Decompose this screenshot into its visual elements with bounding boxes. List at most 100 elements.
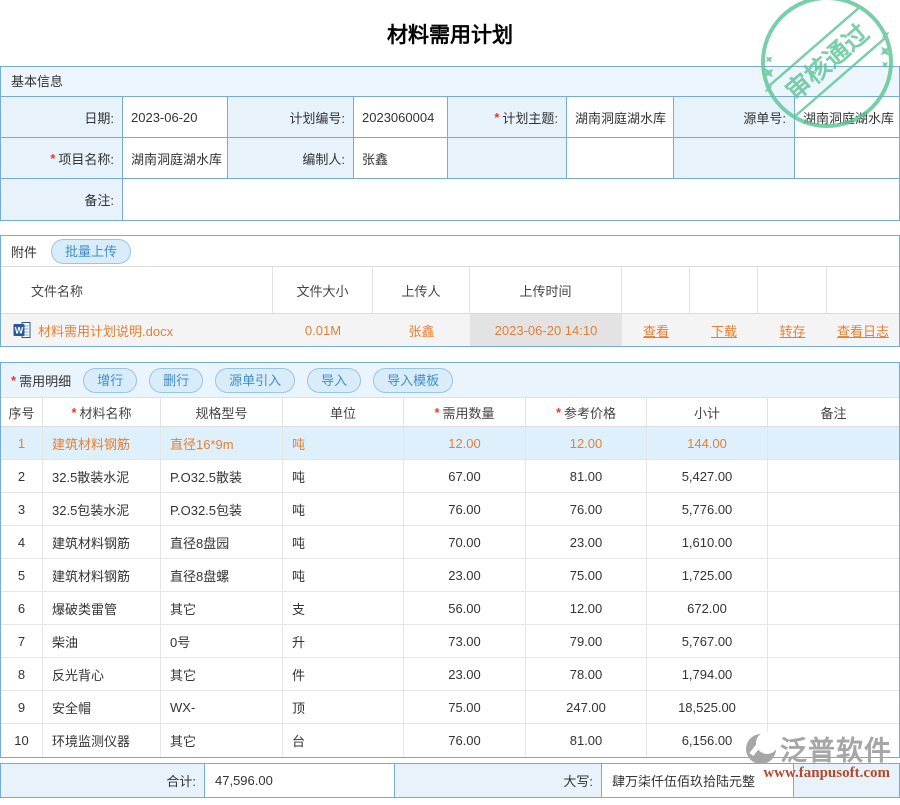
material-cell-unit: 台 — [283, 724, 404, 757]
download-link[interactable]: 下载 — [711, 321, 737, 340]
subject-field[interactable]: 湖南洞庭湖水库 — [567, 97, 674, 138]
material-cell-no: 9 — [1, 691, 43, 724]
word-doc-icon: W — [13, 321, 31, 339]
material-row[interactable]: 332.5包装水泥P.O32.5包装吨76.0076.005,776.00 — [1, 493, 899, 526]
material-cell-remark — [768, 427, 899, 460]
material-cell-remark — [768, 658, 899, 691]
file-name-cell: W 材料需用计划说明.docx — [1, 314, 273, 346]
import-button[interactable]: 导入 — [307, 368, 361, 393]
material-cell-unit: 顶 — [283, 691, 404, 724]
material-cell-price: 12.00 — [526, 427, 647, 460]
col-action — [690, 267, 758, 313]
date-label: 日期: — [1, 97, 123, 138]
material-cell-remark — [768, 592, 899, 625]
compiler-field[interactable]: 张鑫 — [354, 138, 448, 179]
detail-col-header: 备注 — [768, 398, 899, 426]
material-cell-no: 1 — [1, 427, 43, 460]
material-cell-price: 76.00 — [526, 493, 647, 526]
material-cell-qty: 23.00 — [404, 658, 526, 691]
source-field[interactable]: 湖南洞庭湖水库 — [795, 97, 899, 138]
material-cell-qty: 56.00 — [404, 592, 526, 625]
detail-col-header: 规格型号 — [161, 398, 283, 426]
material-cell-name: 32.5包装水泥 — [43, 493, 161, 526]
material-row[interactable]: 6爆破类雷管其它支56.0012.00672.00 — [1, 592, 899, 625]
col-uploader: 上传人 — [373, 267, 470, 313]
material-cell-qty: 73.00 — [404, 625, 526, 658]
vendor-logo: 泛普软件 www.fanpusoft.com — [676, 729, 892, 782]
delete-row-button[interactable]: 删行 — [149, 368, 203, 393]
material-cell-remark — [768, 559, 899, 592]
material-row[interactable]: 4建筑材料钢筋直径8盘园吨70.0023.001,610.00 — [1, 526, 899, 559]
material-row[interactable]: 232.5散装水泥P.O32.5散装吨67.0081.005,427.00 — [1, 460, 899, 493]
attachment-section: 附件 批量上传 文件名称 文件大小 上传人 上传时间 W 材料需用计划说明.do… — [0, 235, 900, 347]
fanpu-crescent-icon — [744, 732, 778, 766]
material-cell-spec: P.O32.5散装 — [161, 460, 283, 493]
material-cell-no: 10 — [1, 724, 43, 757]
plan-no-label: 计划编号: — [228, 97, 354, 138]
attachment-table-header: 文件名称 文件大小 上传人 上传时间 — [1, 267, 899, 314]
material-cell-no: 2 — [1, 460, 43, 493]
plan-no-field[interactable]: 2023060004 — [354, 97, 448, 138]
col-upload-time: 上传时间 — [470, 267, 622, 313]
material-cell-qty: 70.00 — [404, 526, 526, 559]
detail-col-header: *需用数量 — [404, 398, 526, 426]
empty-value-cell — [567, 138, 674, 179]
compiler-label: 编制人: — [228, 138, 354, 179]
material-row[interactable]: 9安全帽WX-顶75.00247.0018,525.00 — [1, 691, 899, 724]
material-cell-spec: 直径8盘螺 — [161, 559, 283, 592]
material-cell-unit: 吨 — [283, 460, 404, 493]
material-cell-qty: 75.00 — [404, 691, 526, 724]
material-cell-subtotal: 1,725.00 — [647, 559, 768, 592]
date-field[interactable]: 2023-06-20 — [123, 97, 228, 138]
view-link[interactable]: 查看 — [643, 321, 669, 340]
attachment-row: W 材料需用计划说明.docx 0.01M 张鑫 2023-06-20 14:1… — [1, 314, 899, 346]
material-cell-no: 6 — [1, 592, 43, 625]
material-cell-price: 75.00 — [526, 559, 647, 592]
detail-title: 需用明细 — [19, 371, 71, 390]
material-cell-no: 4 — [1, 526, 43, 559]
batch-upload-button[interactable]: 批量上传 — [51, 239, 131, 264]
transfer-link[interactable]: 转存 — [779, 321, 805, 340]
material-cell-qty: 23.00 — [404, 559, 526, 592]
view-log-link[interactable]: 查看日志 — [837, 321, 889, 340]
material-cell-name: 建筑材料钢筋 — [43, 559, 161, 592]
col-file-name: 文件名称 — [1, 267, 273, 313]
material-cell-price: 81.00 — [526, 724, 647, 757]
material-cell-qty: 12.00 — [404, 427, 526, 460]
vendor-name: 泛普软件 — [780, 729, 892, 768]
file-name-link[interactable]: 材料需用计划说明.docx — [38, 321, 173, 340]
material-cell-remark — [768, 691, 899, 724]
material-cell-unit: 吨 — [283, 427, 404, 460]
material-cell-no: 3 — [1, 493, 43, 526]
detail-rows: 1建筑材料钢筋直径16*9m吨12.0012.00144.00232.5散装水泥… — [1, 427, 899, 757]
subject-label: *计划主题: — [448, 97, 567, 138]
material-cell-price: 12.00 — [526, 592, 647, 625]
material-row[interactable]: 1建筑材料钢筋直径16*9m吨12.0012.00144.00 — [1, 427, 899, 460]
material-cell-spec: 0号 — [161, 625, 283, 658]
file-size-cell: 0.01M — [273, 314, 373, 346]
material-cell-name: 建筑材料钢筋 — [43, 526, 161, 559]
import-template-button[interactable]: 导入模板 — [373, 368, 453, 393]
material-cell-unit: 升 — [283, 625, 404, 658]
material-row[interactable]: 5建筑材料钢筋直径8盘螺吨23.0075.001,725.00 — [1, 559, 899, 592]
detail-section: * 需用明细 增行 删行 源单引入 导入 导入模板 序号*材料名称规格型号单位*… — [0, 362, 900, 758]
material-cell-subtotal: 5,776.00 — [647, 493, 768, 526]
detail-table-header: 序号*材料名称规格型号单位*需用数量*参考价格小计备注 — [1, 398, 899, 427]
add-row-button[interactable]: 增行 — [83, 368, 137, 393]
source-import-button[interactable]: 源单引入 — [215, 368, 295, 393]
material-row[interactable]: 8反光背心其它件23.0078.001,794.00 — [1, 658, 899, 691]
col-action — [622, 267, 690, 313]
project-field[interactable]: 湖南洞庭湖水库 — [123, 138, 228, 179]
total-value: 47,596.00 — [205, 764, 395, 797]
remark-field[interactable] — [123, 179, 899, 220]
material-cell-spec: 其它 — [161, 592, 283, 625]
material-cell-name: 建筑材料钢筋 — [43, 427, 161, 460]
material-cell-unit: 件 — [283, 658, 404, 691]
material-row[interactable]: 7柴油0号升73.0079.005,767.00 — [1, 625, 899, 658]
material-cell-price: 23.00 — [526, 526, 647, 559]
caps-label: 大写: — [395, 764, 602, 797]
empty-label-cell — [448, 138, 567, 179]
vendor-website: www.fanpusoft.com — [676, 765, 892, 782]
material-cell-subtotal: 1,794.00 — [647, 658, 768, 691]
svg-text:W: W — [15, 326, 24, 336]
